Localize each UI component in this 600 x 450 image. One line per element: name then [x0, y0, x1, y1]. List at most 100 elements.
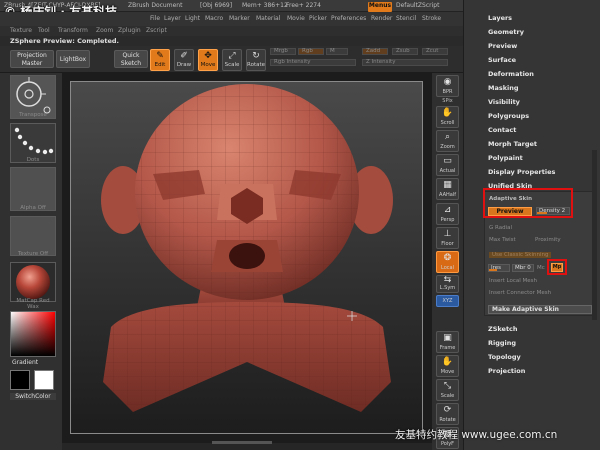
aahalf-button[interactable]: ▦ AAHalf — [436, 178, 459, 200]
zcut-toggle[interactable]: Zcut — [422, 48, 448, 55]
obj-count: [Obj 6969] — [200, 2, 233, 9]
palette-projection[interactable]: Projection — [488, 367, 525, 375]
top-toolbar: Projection Master LightBox Quick Sketch … — [0, 46, 463, 73]
sub-menu-bar: Texture Tool Transform Zoom Zplugin Zscr… — [0, 26, 463, 36]
palette-contact[interactable]: Contact — [488, 126, 516, 134]
zadd-toggle[interactable]: Zadd — [362, 48, 388, 55]
actual-icon: ▭ — [443, 156, 452, 166]
draw-button[interactable]: ✐ Draw — [174, 49, 194, 71]
zoom-button[interactable]: ⌕ Zoom — [436, 130, 459, 152]
canvas-scroll-handle[interactable] — [212, 441, 272, 444]
actual-button[interactable]: ▭ Actual — [436, 154, 459, 176]
palette-polygroups[interactable]: Polygroups — [488, 112, 529, 120]
rgb-toggle[interactable]: Rgb — [298, 48, 324, 55]
palette-zsketch[interactable]: ZSketch — [488, 325, 518, 333]
insert-connector-mesh-button[interactable]: Insert Connector Mesh — [489, 290, 551, 296]
rotate-view-button[interactable]: ⟳ Rotate — [436, 403, 459, 425]
palette-display-properties[interactable]: Display Properties — [488, 168, 555, 176]
palette-scrollbar[interactable] — [592, 150, 597, 320]
mrgb-toggle[interactable]: Mrgb — [270, 48, 296, 55]
material-thumbnail[interactable] — [10, 262, 56, 302]
canvas-area[interactable] — [62, 73, 432, 444]
menus-button[interactable]: Menus — [368, 2, 392, 12]
frame-button[interactable]: ▣ Frame — [436, 331, 459, 353]
rgb-intensity-slider[interactable]: Rgb Intensity — [270, 59, 356, 66]
menu-macro[interactable]: Macro — [205, 15, 223, 22]
menu-zscript[interactable]: Zscript — [146, 27, 167, 34]
alpha-label: Alpha Off — [20, 205, 46, 211]
menu-preferences[interactable]: Preferences — [331, 15, 366, 22]
mbr-slider[interactable]: Mbr 0 — [512, 264, 534, 272]
main-color-swatch[interactable] — [10, 370, 30, 390]
menu-marker[interactable]: Marker — [229, 15, 250, 22]
palette-visibility[interactable]: Visibility — [488, 98, 520, 106]
scale-view-button[interactable]: ⤡ Scale — [436, 379, 459, 401]
xyz-button[interactable]: XYZ — [436, 295, 459, 307]
insert-local-mesh-button[interactable]: Insert Local Mesh — [489, 278, 537, 284]
color-picker[interactable] — [10, 311, 56, 357]
g-radial-toggle[interactable]: G Radial — [489, 225, 512, 231]
spix-label[interactable]: SPix — [434, 98, 461, 104]
max-twist-slider[interactable]: Max Twist — [489, 237, 516, 243]
menu-file[interactable]: File — [150, 15, 160, 22]
palette-topology[interactable]: Topology — [488, 353, 521, 361]
menu-render[interactable]: Render — [371, 15, 392, 22]
move-view-button[interactable]: ✋ Move — [436, 355, 459, 377]
scale-button[interactable]: ⤢ Scale — [222, 49, 242, 71]
scroll-button[interactable]: ✋ Scroll — [436, 106, 459, 128]
tool-palette: Layers Geometry Preview Surface Deformat… — [463, 0, 600, 450]
menu-picker[interactable]: Picker — [309, 15, 327, 22]
move-button[interactable]: ✥ Move — [198, 49, 218, 71]
rotate-button[interactable]: ↻ Rotate — [246, 49, 266, 71]
secondary-color-swatch[interactable] — [34, 370, 54, 390]
menu-stroke[interactable]: Stroke — [422, 15, 441, 22]
menu-zplugin[interactable]: Zplugin — [118, 27, 141, 34]
highlight-box-mp — [547, 259, 567, 275]
left-shelf: Transpose Dots Alpha Off Texture Off Mat… — [0, 73, 62, 450]
palette-surface[interactable]: Surface — [488, 56, 516, 64]
menu-transform[interactable]: Transform — [58, 27, 88, 34]
use-classic-skinning-button[interactable]: Use Classic Skinning — [489, 252, 552, 258]
persp-icon: ⊿ — [443, 205, 452, 215]
projection-master-button[interactable]: Projection Master — [10, 50, 54, 68]
menu-movie[interactable]: Movie — [287, 15, 305, 22]
palette-layers[interactable]: Layers — [488, 14, 512, 22]
menu-zoom[interactable]: Zoom — [96, 27, 113, 34]
make-adaptive-skin-button[interactable]: Make Adaptive Skin — [488, 305, 592, 314]
ires-slider[interactable]: Ires — [488, 264, 510, 272]
quick-sketch-button[interactable]: Quick Sketch — [114, 50, 148, 68]
floor-button[interactable]: ⊥ Floor — [436, 227, 459, 249]
m-toggle[interactable]: M — [326, 48, 348, 55]
menu-stencil[interactable]: Stencil — [396, 15, 416, 22]
menu-light[interactable]: Light — [185, 15, 200, 22]
palette-morph-target[interactable]: Morph Target — [488, 140, 537, 148]
z-intensity-slider[interactable]: Z Intensity — [362, 59, 448, 66]
palette-preview[interactable]: Preview — [488, 42, 517, 50]
mem-readout: Mem+ 386+12 — [242, 2, 288, 9]
edit-button[interactable]: ✎ Edit — [150, 49, 170, 71]
local-button[interactable]: ❂ Local — [436, 251, 459, 273]
palette-polypaint[interactable]: Polypaint — [488, 154, 523, 162]
persp-button[interactable]: ⊿ Persp — [436, 203, 459, 225]
mc-toggle[interactable]: Mc — [537, 265, 545, 271]
texture-thumbnail[interactable] — [10, 216, 56, 256]
palette-masking[interactable]: Masking — [488, 84, 519, 92]
menu-texture[interactable]: Texture — [10, 27, 32, 34]
zsub-toggle[interactable]: Zsub — [392, 48, 418, 55]
menu-tool[interactable]: Tool — [38, 27, 50, 34]
menu-material[interactable]: Material — [256, 15, 280, 22]
document-viewport[interactable] — [70, 81, 423, 434]
lsym-button[interactable]: ⇆ L.Sym — [436, 275, 459, 293]
bpr-icon: ◉ — [443, 77, 452, 87]
proximity-slider[interactable]: Proximity — [535, 237, 561, 243]
palette-geometry[interactable]: Geometry — [488, 28, 524, 36]
lightbox-button[interactable]: LightBox — [56, 50, 90, 68]
default-zscript-button[interactable]: DefaultZScript — [396, 2, 439, 9]
switch-color-button[interactable]: SwitchColor — [10, 393, 56, 400]
aahalf-icon: ▦ — [443, 180, 452, 190]
move-view-icon: ✋ — [441, 357, 454, 367]
menu-layer[interactable]: Layer — [164, 15, 181, 22]
bpr-button[interactable]: ◉ BPR — [436, 75, 459, 97]
palette-deformation[interactable]: Deformation — [488, 70, 534, 78]
palette-rigging[interactable]: Rigging — [488, 339, 516, 347]
